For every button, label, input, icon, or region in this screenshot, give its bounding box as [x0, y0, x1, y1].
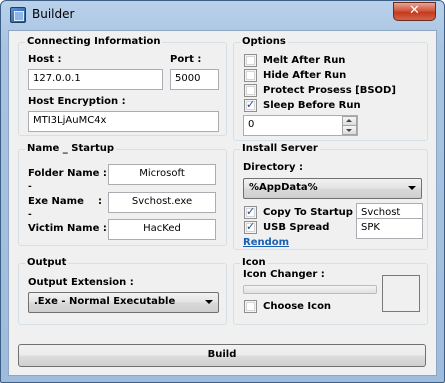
build-button[interactable]: Build: [18, 344, 426, 367]
client-area: Connecting Information Host : 127.0.0.1 …: [8, 30, 437, 376]
connecting-group-title: Connecting Information: [25, 36, 163, 48]
output-extension-select[interactable]: .Exe - Normal Executable: [28, 292, 219, 313]
exe-name-label: Exe Name: [28, 196, 84, 207]
output-group: Output Output Extension : .Exe - Normal …: [18, 257, 227, 325]
usb-spread-label: USB Spread: [263, 222, 330, 233]
host-input[interactable]: 127.0.0.1: [28, 69, 163, 90]
close-button[interactable]: ✕: [393, 2, 436, 21]
chevron-down-icon: [205, 300, 213, 304]
victim-name-label: Victim Name :: [28, 223, 107, 234]
sleep-before-run-checkbox[interactable]: [244, 98, 257, 112]
icon-group-title: Icon: [240, 257, 268, 269]
melt-after-run-label: Melt After Run: [263, 55, 346, 66]
directory-select[interactable]: %AppData%: [243, 178, 422, 199]
startup-group-title: Name _ Startup: [25, 143, 117, 155]
options-group: Options Melt After Run Hide After Run Pr…: [233, 36, 428, 141]
directory-label: Directory :: [243, 162, 303, 173]
install-group: Install Server Directory : %AppData% Cop…: [233, 143, 428, 250]
chevron-down-icon: [408, 186, 416, 190]
port-label: Port :: [170, 54, 202, 65]
hide-after-run-label: Hide After Run: [263, 70, 347, 81]
exe-name-dash: -: [28, 210, 32, 220]
choose-icon-checkbox[interactable]: [244, 300, 257, 313]
builder-window: Builder ✕ Connecting Information Host : …: [0, 0, 445, 383]
folder-name-dash: -: [28, 182, 32, 192]
directory-select-value: %AppData%: [249, 182, 318, 193]
folder-name-input[interactable]: Microsoft: [108, 164, 216, 185]
folder-name-label: Folder Name :: [28, 168, 107, 179]
melt-after-run-checkbox[interactable]: [244, 54, 257, 67]
output-extension-label: Output Extension :: [28, 277, 134, 288]
startup-group: Name _ Startup Folder Name : - Microsoft…: [18, 143, 227, 246]
protect-process-label: Protect Prosess [BSOD]: [263, 85, 396, 96]
encryption-label: Host Encryption :: [28, 96, 126, 107]
sleep-before-run-label: Sleep Before Run: [263, 100, 361, 111]
output-group-title: Output: [25, 257, 69, 269]
icon-group: Icon Icon Changer : Choose Icon: [233, 257, 428, 325]
sleep-time-input[interactable]: 0: [243, 115, 358, 136]
host-label: Host :: [28, 54, 62, 65]
victim-name-input[interactable]: HacKed: [108, 219, 216, 240]
encryption-input[interactable]: MTI3LjAuMC4x: [28, 111, 219, 132]
exe-name-colon: :: [98, 196, 102, 207]
title-bar[interactable]: Builder ✕: [1, 1, 444, 29]
icon-preview[interactable]: [382, 275, 420, 312]
exe-name-input[interactable]: Svchost.exe: [108, 192, 216, 213]
spin-down-arrow-icon[interactable]: [342, 125, 357, 135]
protect-process-checkbox[interactable]: [244, 84, 257, 97]
window-title: Builder: [32, 7, 75, 21]
copy-to-startup-label: Copy To Startup: [263, 207, 353, 218]
usb-spread-input[interactable]: SPK: [356, 218, 423, 239]
usb-spread-checkbox[interactable]: [244, 220, 257, 234]
copy-to-startup-checkbox[interactable]: [244, 205, 257, 219]
options-group-title: Options: [240, 36, 288, 48]
app-icon: [10, 7, 26, 23]
port-input[interactable]: 5000: [170, 69, 219, 90]
install-group-title: Install Server: [240, 143, 320, 155]
choose-icon-label: Choose Icon: [263, 301, 332, 312]
hide-after-run-checkbox[interactable]: [244, 69, 257, 82]
random-link[interactable]: Rendom: [243, 237, 289, 248]
icon-changer-label: Icon Changer :: [243, 269, 325, 280]
output-extension-value: .Exe - Normal Executable: [34, 296, 176, 307]
icon-changer-bar: [243, 285, 377, 294]
connecting-group: Connecting Information Host : 127.0.0.1 …: [18, 36, 227, 136]
